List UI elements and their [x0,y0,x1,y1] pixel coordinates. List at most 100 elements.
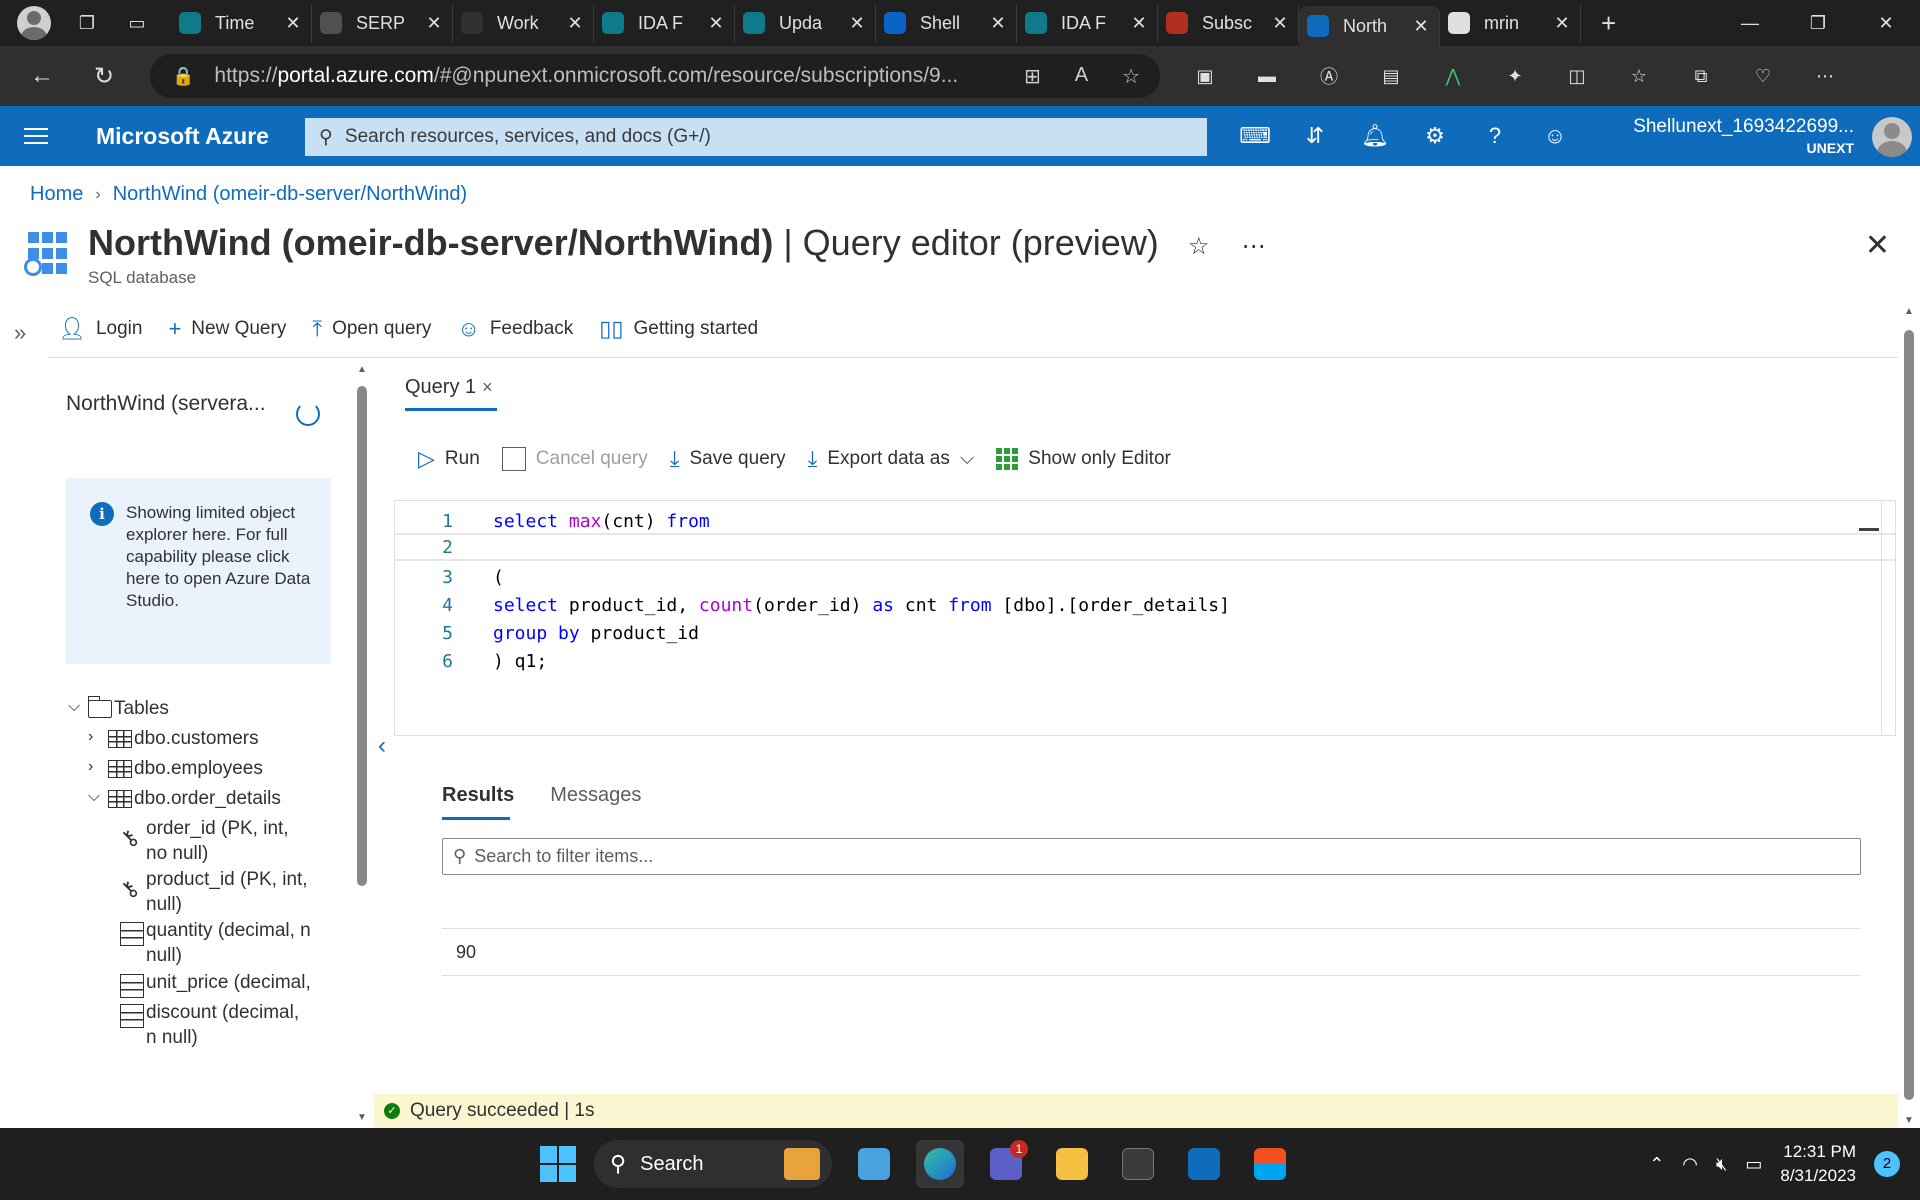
read-aloud-icon[interactable]: A [1075,64,1088,89]
show-only-editor-button[interactable]: Show only Editor [996,448,1171,470]
app-available-icon[interactable]: ⊞ [1024,64,1041,89]
collections-icon[interactable]: ⧉ [1686,61,1716,91]
close-window-button[interactable]: ✕ [1852,0,1920,46]
extension-1-icon[interactable]: ▣ [1190,61,1220,91]
favorites-icon[interactable]: ☆ [1624,61,1654,91]
browser-tab[interactable]: mrin ✕ [1440,4,1581,42]
tree-node-column[interactable]: discount (decimal, n null) [120,1000,311,1050]
page-scrollbar[interactable]: ▲ ▼ [1902,306,1916,1126]
results-grid-row[interactable]: 90 [442,928,1861,976]
favorite-star-icon[interactable]: ☆ [1122,64,1140,89]
url-field[interactable]: 🔒 https://portal.azure.com/#@npunext.onm… [150,54,1160,98]
close-blade-icon[interactable]: ✕ [1865,228,1890,263]
favorite-star-icon[interactable]: ☆ [1188,232,1210,261]
close-tab-icon[interactable]: ✕ [424,13,444,34]
browser-tab[interactable]: IDA F ✕ [594,4,735,42]
extension-5-icon[interactable]: ⋀ [1438,61,1468,91]
collapse-left-chevron-icon[interactable]: ‹ [378,732,386,760]
export-data-button[interactable]: ⤓ Export data as ⌵ [808,446,975,472]
restore-button[interactable]: ❐ [1784,0,1852,46]
store-app-icon[interactable] [1246,1140,1294,1188]
clock[interactable]: 12:31 PM 8/31/2023 [1780,1140,1856,1188]
notification-count-badge[interactable]: 2 [1874,1151,1900,1177]
tree-node-column[interactable]: unit_price (decimal, [120,970,311,998]
taskbar-search[interactable]: ⚲ Search [594,1140,832,1188]
new-query-button[interactable]: + New Query [168,316,286,342]
minimize-button[interactable]: — [1716,0,1784,46]
feedback-icon[interactable]: ☺ [1540,121,1570,151]
tree-node-table[interactable]: › dbo.employees [88,758,263,780]
browser-tab[interactable]: IDA F ✕ [1017,4,1158,42]
open-query-button[interactable]: ⤒ Open query [312,316,431,342]
global-search-input[interactable]: ⚲ Search resources, services, and docs (… [305,118,1207,156]
scroll-up-icon[interactable]: ▲ [1902,306,1916,317]
cancel-query-button[interactable]: Cancel query [501,447,648,471]
scrollbar-thumb[interactable] [1904,330,1914,1100]
battery-icon[interactable]: ▭ [1745,1154,1762,1175]
profile-avatar[interactable] [17,6,51,40]
expand-menu-icon[interactable]: » [14,320,26,346]
start-windows-icon[interactable] [540,1146,576,1182]
close-tab-icon[interactable]: ✕ [283,13,303,34]
more-menu-icon[interactable]: ⋯ [1810,61,1840,91]
browser-essentials-icon[interactable]: ♡ [1748,61,1778,91]
browser-tab[interactable]: Work ✕ [453,4,594,42]
cloud-shell-icon[interactable]: ⌨ [1239,121,1271,151]
tree-node-column[interactable]: ⚷ product_id (PK, int, null) [115,867,311,917]
notepad-app-icon[interactable] [850,1140,898,1188]
portal-menu-icon[interactable] [24,128,48,144]
help-icon[interactable]: ? [1480,121,1510,151]
account-info[interactable]: Shellunext_1693422699... UNEXT [1633,116,1854,156]
extensions-puzzle-icon[interactable]: ✦ [1500,61,1530,91]
wifi-icon[interactable]: ◠ [1682,1154,1698,1175]
outlook-app-icon[interactable] [1180,1140,1228,1188]
sql-editor[interactable]: 1 select max(cnt) from 2 3 ( 4 select pr… [394,500,1896,736]
split-screen-icon[interactable]: ◫ [1562,61,1592,91]
refresh-button[interactable]: ↻ [84,56,124,96]
chevron-up-icon[interactable]: ⌃ [1649,1154,1664,1175]
account-avatar[interactable] [1872,117,1912,157]
tree-node-table[interactable]: ⌵ dbo.order_details [88,788,281,810]
terminal-app-icon[interactable] [1114,1140,1162,1188]
tree-node-column[interactable]: ⚷ order_id (PK, int, no null) [115,816,311,866]
scroll-down-icon[interactable]: ▼ [356,1112,368,1124]
extension-3-icon[interactable]: Ⓐ [1314,61,1344,91]
tree-node-tables[interactable]: ⌵ Tables [68,696,169,720]
tree-node-column[interactable]: quantity (decimal, n null) [120,918,311,968]
run-button[interactable]: ▷ Run [418,446,480,472]
directory-filter-icon[interactable]: ⇵ [1300,121,1330,151]
close-tab-icon[interactable]: × [482,377,493,398]
extension-4-icon[interactable]: ▤ [1376,61,1406,91]
browser-tab[interactable]: North ✕ [1299,6,1440,46]
explorer-scrollbar[interactable]: ▲ ▼ [356,364,368,1124]
close-tab-icon[interactable]: ✕ [1270,13,1290,34]
close-tab-icon[interactable]: ✕ [1129,13,1149,34]
close-tab-icon[interactable]: ✕ [565,13,585,34]
results-filter-input[interactable]: ⚲ Search to filter items... [442,838,1861,875]
tab-actions-icon[interactable]: ▭ [123,9,151,37]
volume-muted-icon[interactable]: 🔇︎ [1716,1154,1727,1175]
close-tab-icon[interactable]: ✕ [1552,13,1572,34]
scroll-down-icon[interactable]: ▼ [1902,1115,1916,1126]
browser-tab[interactable]: SERP ✕ [312,4,453,42]
query-tab[interactable]: Query 1 × [405,376,493,399]
scrollbar-thumb[interactable] [357,386,367,886]
back-button[interactable]: ← [22,56,62,96]
close-tab-icon[interactable]: ✕ [706,13,726,34]
workspaces-icon[interactable]: ❐ [73,9,101,37]
new-tab-button[interactable]: + [1601,8,1616,39]
file-explorer-app-icon[interactable] [1048,1140,1096,1188]
notifications-bell-icon[interactable]: 🔔︎ [1360,121,1390,151]
save-query-button[interactable]: ⤓ Save query [670,446,786,472]
settings-gear-icon[interactable]: ⚙ [1420,121,1450,151]
close-tab-icon[interactable]: ✕ [988,13,1008,34]
feedback-button[interactable]: ☺ Feedback [457,316,573,342]
teams-app-icon[interactable]: 1 [982,1140,1030,1188]
getting-started-button[interactable]: ▯▯ Getting started [599,316,758,342]
brand-title[interactable]: Microsoft Azure [96,123,269,150]
browser-tab[interactable]: Shell ✕ [876,4,1017,42]
refresh-icon[interactable] [296,402,320,426]
tree-node-table[interactable]: › dbo.customers [88,728,259,750]
editor-scrollbar[interactable] [1881,501,1895,735]
tab-messages[interactable]: Messages [550,784,641,807]
